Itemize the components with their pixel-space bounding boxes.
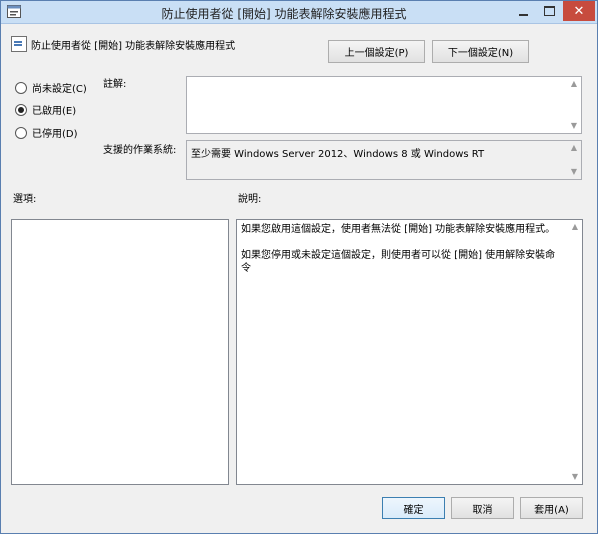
scroll-down-icon[interactable]: ▼ <box>567 166 581 178</box>
policy-app-icon <box>7 5 21 18</box>
options-panel <box>11 219 229 485</box>
help-scrollbar[interactable]: ▲ ▼ <box>568 220 582 484</box>
apply-button[interactable]: 套用(A) <box>520 497 583 519</box>
previous-setting-button[interactable]: 上一個設定(P) <box>328 40 425 63</box>
policy-name: 防止使用者從 [開始] 功能表解除安裝應用程式 <box>31 41 236 52</box>
help-paragraph: 如果您啟用這個設定，使用者無法從 [開始] 功能表解除安裝應用程式。 <box>241 224 556 235</box>
minimize-icon <box>518 14 528 16</box>
scroll-up-icon[interactable]: ▲ <box>567 78 581 90</box>
policy-dialog: 防止使用者從 [開始] 功能表解除安裝應用程式 ✕ 防止使用者從 [開始] 功能… <box>0 0 598 534</box>
cancel-button[interactable]: 取消 <box>451 497 514 519</box>
policy-setting-icon <box>11 36 27 52</box>
scroll-down-icon[interactable]: ▼ <box>568 471 582 483</box>
radio-not-configured-label: 尚未設定(C) <box>32 84 87 95</box>
options-label: 選項: <box>13 194 37 205</box>
comment-label: 註解: <box>103 79 127 90</box>
close-button[interactable]: ✕ <box>563 1 595 21</box>
radio-enabled-circle[interactable] <box>15 103 27 116</box>
comment-textarea[interactable]: ▲ ▼ <box>186 76 582 134</box>
help-label: 說明: <box>238 194 262 205</box>
title-bar: 防止使用者從 [開始] 功能表解除安裝應用程式 ✕ <box>1 1 597 24</box>
radio-not-configured[interactable]: 尚未設定(C) <box>15 80 87 95</box>
radio-disabled-label: 已停用(D) <box>32 129 78 140</box>
scroll-up-icon[interactable]: ▲ <box>567 142 581 154</box>
ok-button[interactable]: 確定 <box>382 497 445 519</box>
radio-enabled[interactable]: 已啟用(E) <box>15 102 76 117</box>
next-setting-button[interactable]: 下一個設定(N) <box>432 40 529 63</box>
minimize-button[interactable] <box>510 1 536 21</box>
radio-disabled[interactable]: 已停用(D) <box>15 125 78 140</box>
help-panel: 如果您啟用這個設定，使用者無法從 [開始] 功能表解除安裝應用程式。 如果您停用… <box>236 219 583 485</box>
radio-disabled-circle[interactable] <box>15 126 27 139</box>
close-icon: ✕ <box>573 3 585 19</box>
comment-scrollbar[interactable]: ▲ ▼ <box>567 77 581 133</box>
maximize-button[interactable] <box>536 1 562 21</box>
maximize-icon <box>543 6 555 16</box>
supported-os-field: 至少需要 Windows Server 2012、Windows 8 或 Win… <box>186 140 582 180</box>
scroll-up-icon[interactable]: ▲ <box>568 221 582 233</box>
help-paragraph: 如果您停用或未設定這個設定，則使用者可以從 [開始] 使用解除安裝命令 <box>241 250 556 274</box>
radio-enabled-label: 已啟用(E) <box>32 106 77 117</box>
supported-os-label: 支援的作業系統: <box>103 145 177 156</box>
supported-os-scrollbar[interactable]: ▲ ▼ <box>567 141 581 179</box>
radio-not-configured-circle[interactable] <box>15 81 27 94</box>
window-title: 防止使用者從 [開始] 功能表解除安裝應用程式 <box>161 7 407 21</box>
supported-os-value: 至少需要 Windows Server 2012、Windows 8 或 Win… <box>191 149 485 160</box>
scroll-down-icon[interactable]: ▼ <box>567 120 581 132</box>
